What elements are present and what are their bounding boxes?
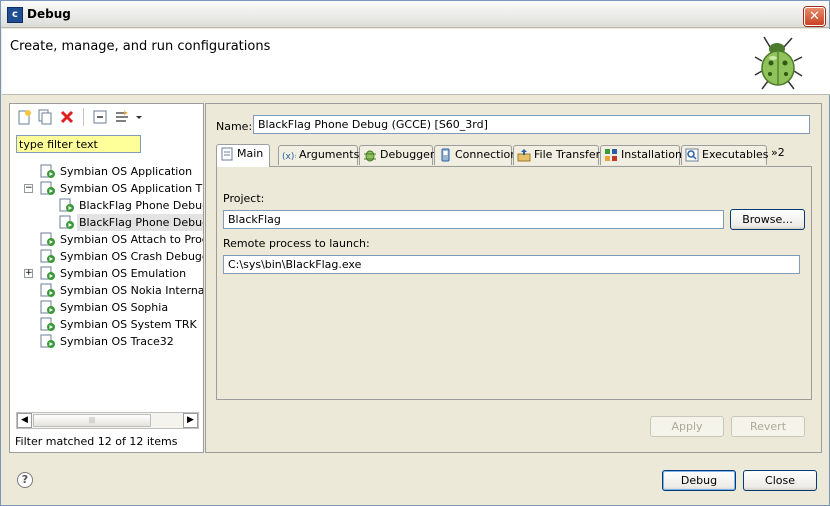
revert-button[interactable]: Revert	[731, 416, 805, 437]
collapse-toggle[interactable]: −	[24, 184, 33, 193]
svg-text:(x)=: (x)=	[282, 152, 296, 162]
tree-item-label: Symbian OS Crash Debugger	[60, 250, 203, 263]
tab-label: Main	[237, 147, 264, 160]
launch-type-icon	[40, 249, 55, 263]
tab-debugger[interactable]: Debugger	[359, 145, 435, 165]
main-tab-panel: Project: BlackFlag Browse... Remote proc…	[216, 166, 812, 400]
debug-dialog: c Debug ✕ Create, manage, and run config…	[0, 0, 830, 506]
scroll-thumb[interactable]: |||	[33, 414, 151, 427]
name-label: Name:	[216, 120, 253, 133]
tab-label: Installation	[621, 148, 682, 161]
project-label: Project:	[223, 192, 265, 205]
launch-type-icon	[40, 164, 55, 178]
app-icon: c	[7, 7, 23, 23]
tab-label: Arguments	[299, 148, 360, 161]
view-menu-icon[interactable]	[134, 109, 144, 125]
filter-status: Filter matched 12 of 12 items	[15, 435, 178, 448]
configuration-toolbar	[10, 104, 203, 130]
filter-input[interactable]	[16, 135, 141, 153]
debug-button[interactable]: Debug	[662, 470, 736, 491]
name-field[interactable]: BlackFlag Phone Debug (GCCE) [S60_3rd]	[253, 115, 810, 134]
tab-strip: Main (x)= Arguments Debugger Connection …	[216, 144, 812, 167]
tree-item-label: Symbian OS Sophia	[60, 301, 169, 314]
tree-item-label: Symbian OS Application	[60, 165, 193, 178]
title-bar[interactable]: c Debug ✕	[1, 1, 829, 28]
bug-icon	[754, 36, 803, 90]
tree-item-label: Symbian OS Application TRK	[60, 182, 203, 195]
launch-type-icon	[40, 181, 55, 195]
filter-icon[interactable]	[114, 109, 130, 125]
launch-config-icon	[59, 215, 74, 229]
window-title: Debug	[27, 7, 71, 21]
project-field[interactable]: BlackFlag	[223, 210, 724, 229]
tab-arguments[interactable]: (x)= Arguments	[278, 145, 360, 165]
tree-item-label: Symbian OS System TRK	[60, 318, 197, 331]
installation-icon	[605, 149, 617, 161]
remote-process-label: Remote process to launch:	[223, 237, 370, 250]
configuration-tree: Symbian OS Application − Symbian OS Appl…	[10, 161, 203, 411]
configuration-editor-pane: Name: BlackFlag Phone Debug (GCCE) [S60_…	[205, 103, 822, 453]
configuration-list-pane: Symbian OS Application − Symbian OS Appl…	[9, 103, 204, 453]
launch-type-icon	[40, 317, 55, 331]
debugger-icon	[364, 150, 376, 162]
tree-item-label: Symbian OS Attach to Proces	[60, 233, 203, 246]
toolbar-divider	[83, 108, 84, 126]
launch-type-icon	[40, 283, 55, 297]
expand-toggle[interactable]: +	[24, 269, 33, 278]
tab-label: Debugger	[380, 148, 435, 161]
launch-config-icon	[59, 198, 74, 212]
horizontal-scrollbar[interactable]: ◀ ||| ▶	[16, 412, 199, 429]
tree-item-label: Symbian OS Nokia Internal Tr	[60, 284, 203, 297]
tree-item-label: BlackFlag Phone Debug (G	[77, 214, 203, 231]
header-title: Create, manage, and run configurations	[10, 39, 271, 54]
remote-process-field[interactable]: C:\sys\bin\BlackFlag.exe	[223, 255, 800, 274]
file-transfer-icon	[517, 149, 531, 162]
tab-executables[interactable]: Executables	[681, 145, 769, 165]
tree-item-label: BlackFlag Phone Debug (A	[79, 199, 203, 212]
launch-type-icon	[40, 232, 55, 246]
collapse-all-icon[interactable]	[92, 109, 108, 125]
tab-label: Executables	[702, 148, 769, 161]
scroll-right-button[interactable]: ▶	[183, 413, 198, 428]
tab-file-transfer[interactable]: File Transfer	[513, 145, 601, 165]
help-icon[interactable]: ?	[17, 472, 33, 488]
tab-overflow-button[interactable]: »2	[771, 146, 785, 159]
tab-label: File Transfer	[534, 148, 601, 161]
tree-item-label: Symbian OS Emulation	[60, 267, 187, 280]
close-window-button[interactable]: ✕	[804, 7, 825, 26]
tab-label: Connection	[455, 148, 518, 161]
arguments-icon: (x)=	[282, 152, 296, 162]
launch-type-icon	[40, 300, 55, 314]
close-button[interactable]: Close	[743, 470, 817, 491]
tab-connection[interactable]: Connection	[434, 145, 517, 165]
dialog-header: Create, manage, and run configurations	[2, 29, 830, 95]
new-configuration-icon[interactable]	[16, 109, 32, 125]
main-tab-icon	[221, 147, 233, 161]
tab-main[interactable]: Main	[216, 144, 270, 167]
duplicate-icon[interactable]	[37, 109, 53, 125]
scroll-left-button[interactable]: ◀	[17, 413, 32, 428]
delete-icon[interactable]	[59, 109, 75, 125]
apply-button[interactable]: Apply	[650, 416, 724, 437]
connection-icon	[441, 148, 450, 162]
executables-icon	[685, 148, 699, 162]
launch-type-icon	[40, 266, 55, 280]
browse-button[interactable]: Browse...	[730, 209, 805, 230]
launch-type-icon	[40, 334, 55, 348]
tab-installation[interactable]: Installation	[600, 145, 682, 165]
tree-item-label: Symbian OS Trace32	[60, 335, 174, 348]
